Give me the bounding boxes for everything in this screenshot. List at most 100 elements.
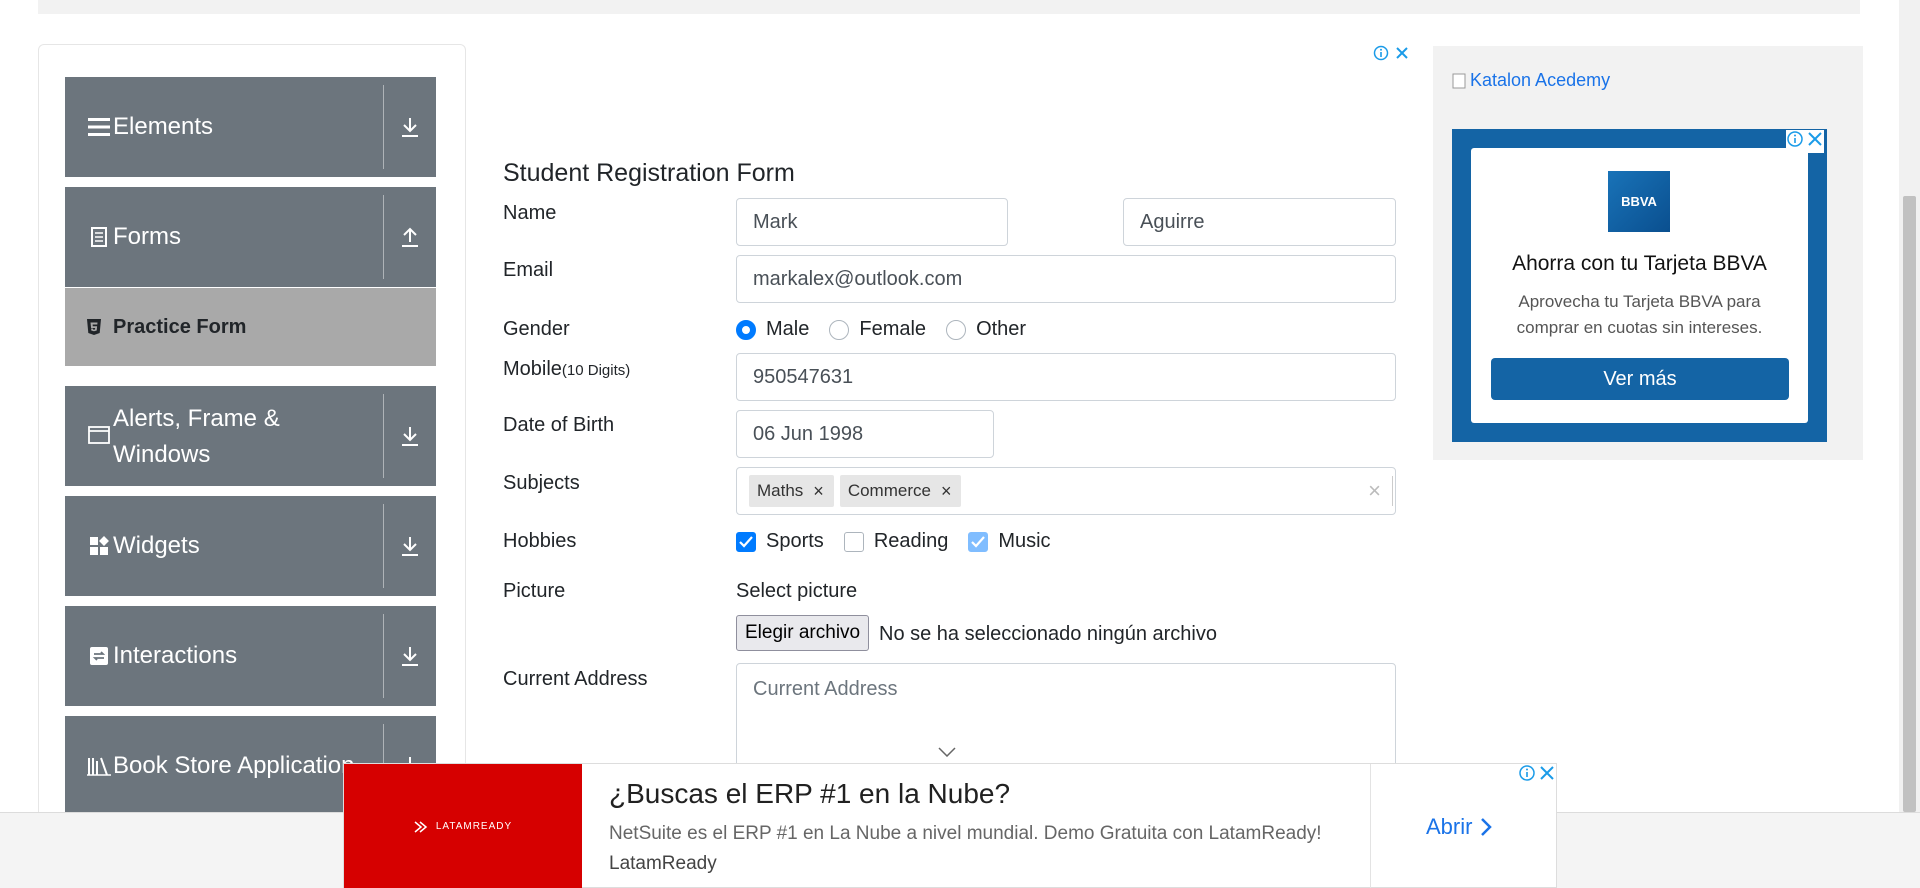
bottom-ad-advertiser: LatamReady: [609, 853, 717, 874]
checkbox[interactable]: [736, 531, 756, 552]
hobby-option-label: Reading: [873, 530, 949, 552]
ad-close-icon[interactable]: [1395, 46, 1409, 65]
chevron-right-icon: [1481, 818, 1493, 836]
subject-chip-label: Commerce: [847, 481, 931, 500]
download-icon[interactable]: [384, 535, 436, 557]
divider: [1370, 764, 1371, 888]
checkbox[interactable]: [843, 531, 864, 552]
gender-option-male[interactable]: Male: [736, 318, 809, 341]
choose-file-button[interactable]: Elegir archivo: [736, 615, 870, 651]
subjects-label: Subjects: [503, 472, 580, 494]
email-input[interactable]: markalex@outlook.com: [736, 255, 1396, 303]
first-name-input[interactable]: Mark: [736, 198, 1008, 246]
window-icon: [85, 426, 113, 444]
picture-label: Picture: [503, 580, 566, 602]
mobile-label: Mobile(10 Digits): [503, 358, 630, 381]
top-banner: [38, 0, 1860, 14]
mobile-hint: (10 Digits): [561, 362, 631, 379]
upload-icon[interactable]: [384, 226, 436, 248]
scroll-thumb[interactable]: [1903, 196, 1916, 812]
bottom-ad-description: NetSuite es el ERP #1 en La Nube a nivel…: [609, 823, 1322, 844]
sidebar-group-elements[interactable]: Elements: [65, 77, 436, 177]
name-label: Name: [503, 202, 557, 224]
radio-button[interactable]: [946, 319, 967, 340]
last-name-input[interactable]: Aguirre: [1123, 198, 1396, 246]
sidebar-group-forms[interactable]: Forms: [65, 187, 436, 287]
current-address-label: Current Address: [503, 668, 648, 690]
subject-chip: Maths ×: [749, 475, 834, 507]
open-label: Abrir: [1426, 814, 1473, 839]
hobby-option-music[interactable]: Music: [968, 530, 1051, 553]
bottom-ad-controls: [1518, 764, 1556, 787]
dob-label: Date of Birth: [503, 414, 615, 436]
ad-info-icon[interactable]: [1373, 45, 1389, 66]
select-picture-label: Select picture: [736, 580, 858, 602]
chevron-down-icon: [938, 744, 956, 762]
dob-input[interactable]: 06 Jun 1998: [736, 410, 994, 458]
sidebar: Elements Forms Practice Form Alerts, Fra…: [38, 44, 466, 834]
sidebar-group-alerts[interactable]: Alerts, Frame & Windows: [65, 386, 436, 486]
download-icon[interactable]: [384, 116, 436, 138]
email-label: Email: [503, 259, 554, 281]
remove-icon[interactable]: ×: [931, 481, 962, 502]
mobile-input[interactable]: 950547631: [736, 353, 1396, 401]
bbva-cta-button[interactable]: Ver más: [1491, 358, 1789, 400]
sidebar-item-practice-form[interactable]: Practice Form: [65, 288, 436, 366]
sidebar-group-label: Alerts, Frame & Windows: [113, 405, 280, 468]
check-icon: [739, 535, 753, 548]
gender-option-other[interactable]: Other: [946, 318, 1026, 341]
hobby-option-sports[interactable]: Sports: [736, 530, 824, 553]
download-icon[interactable]: [384, 425, 436, 447]
html5-icon: [83, 319, 105, 335]
subject-chip-label: Maths: [757, 481, 804, 500]
ad-close-icon[interactable]: [1806, 130, 1824, 153]
divider: [1392, 476, 1393, 506]
bottom-ad-open-button[interactable]: Abrir: [1426, 814, 1493, 840]
sidebar-group-interactions[interactable]: Interactions: [65, 606, 436, 706]
hobbies-label: Hobbies: [503, 530, 577, 552]
books-icon: [85, 756, 113, 776]
menu-icon: [85, 117, 113, 137]
sidebar-group-label: Forms: [113, 223, 181, 250]
hobby-option-label: Music: [998, 530, 1051, 552]
bbva-logo: BBVA: [1608, 171, 1670, 232]
katalon-ad-text: Katalon Acedemy: [1470, 70, 1611, 90]
download-icon[interactable]: [384, 645, 436, 667]
sidebar-item-label: Practice Form: [113, 315, 247, 338]
gender-option-female[interactable]: Female: [829, 318, 926, 341]
interactions-icon: [85, 647, 113, 665]
ad-close-icon[interactable]: [1538, 764, 1556, 787]
gender-radio-group: Male Female Other: [736, 318, 1046, 341]
hobby-option-reading[interactable]: Reading: [843, 530, 949, 553]
sidebar-group-label: Interactions: [113, 642, 238, 669]
file-status-text: No se ha seleccionado ningún archivo: [879, 623, 1217, 645]
latamready-logo-text: LATAMREADY: [435, 821, 513, 832]
ad-info-icon[interactable]: [1786, 130, 1804, 153]
bottom-ad-headline: ¿Buscas el ERP #1 en la Nube?: [609, 778, 1011, 809]
bbva-body: Aprovecha tu Tarjeta BBVA para comprar e…: [1516, 292, 1763, 337]
bbva-ad-controls: [1786, 130, 1824, 153]
mobile-label-text: Mobile: [503, 358, 562, 380]
form-title: Student Registration Form: [503, 159, 795, 187]
katalon-ad-link[interactable]: Katalon Acedemy: [1452, 70, 1610, 91]
bottom-ad[interactable]: LATAMREADY ¿Buscas el ERP #1 en la Nube?…: [343, 763, 1557, 888]
latamready-logo: LATAMREADY: [344, 764, 582, 888]
broken-image-icon: [1452, 73, 1466, 88]
page: Elements Forms Practice Form Alerts, Fra…: [0, 0, 1920, 888]
ad-info-icon[interactable]: [1518, 764, 1536, 787]
scrollbar[interactable]: [1899, 0, 1920, 812]
subjects-input[interactable]: Maths × Commerce × ×: [736, 467, 1396, 515]
gender-label: Gender: [503, 318, 570, 340]
remove-icon[interactable]: ×: [803, 481, 834, 502]
radio-button[interactable]: [829, 319, 850, 340]
subject-chip: Commerce ×: [839, 475, 962, 507]
widgets-icon: [85, 536, 113, 556]
sidebar-group-widgets[interactable]: Widgets: [65, 496, 436, 596]
current-address-textarea[interactable]: Current Address: [736, 663, 1396, 773]
sidebar-group-label: Widgets: [113, 532, 200, 559]
radio-button[interactable]: [736, 319, 756, 340]
checkbox[interactable]: [968, 531, 989, 552]
bbva-headline: Ahorra con tu Tarjeta BBVA: [1512, 252, 1767, 275]
clear-icon[interactable]: ×: [1368, 478, 1381, 504]
gender-option-label: Other: [976, 318, 1027, 340]
